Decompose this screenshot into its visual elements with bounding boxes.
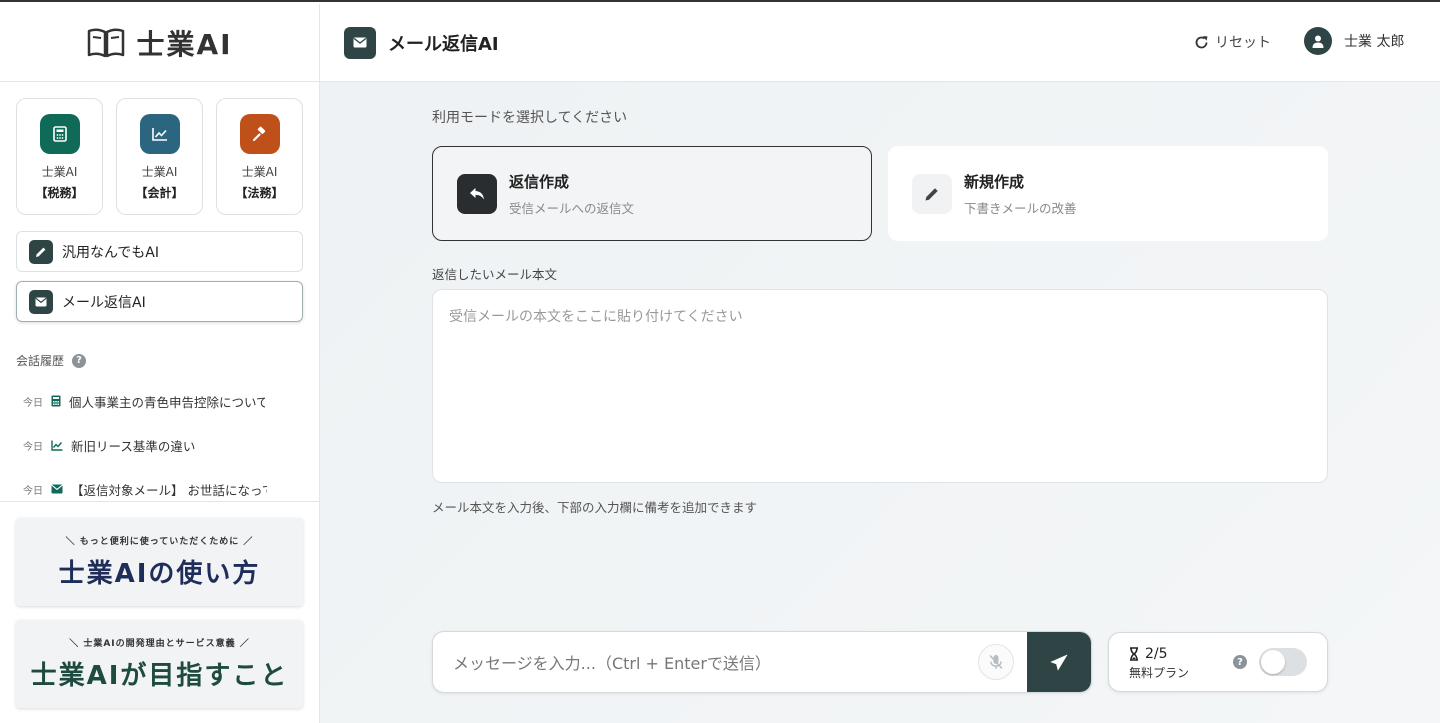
logo[interactable]: 士業AI (0, 4, 319, 82)
category-accounting[interactable]: 士業AI 【会計】 (116, 98, 203, 215)
history-title-text: 会話履歴 (16, 354, 65, 368)
history-item[interactable]: 今日 【返信対象メール】 お世話になって (0, 467, 268, 511)
send-button[interactable] (1027, 632, 1091, 692)
category-name: 士業AI (141, 165, 178, 179)
banner-main: 士業AIの使い方 (58, 559, 261, 589)
calculator-icon (39, 114, 80, 154)
history-text: 個人事業主の青色申告控除について (69, 394, 265, 410)
mail-icon (51, 484, 63, 494)
gavel-icon (239, 114, 280, 154)
hourglass-icon (1130, 647, 1138, 661)
pencil-icon (912, 173, 952, 214)
reset-icon (1195, 35, 1208, 48)
category-name: 士業AI (41, 165, 78, 179)
user-name: 士業 太郎 (1344, 34, 1405, 50)
mode-reply[interactable]: 返信作成 受信メールへの返信文 (432, 146, 872, 241)
category-sub: 【税務】 (35, 186, 84, 200)
mode-desc: 下書きメールの改善 (964, 200, 1077, 216)
mode-new[interactable]: 新規作成 下書きメールの改善 (888, 146, 1328, 241)
nav-mail-ai[interactable]: メール返信AI (16, 281, 303, 322)
calculator-icon (51, 395, 61, 407)
textarea-label: 返信したいメール本文 (432, 267, 558, 282)
category-name: 士業AI (241, 165, 278, 179)
reply-icon (457, 173, 497, 214)
mode-title: 新規作成 (964, 172, 1025, 191)
pencil-icon (29, 239, 53, 264)
message-input[interactable]: メッセージを入力...（Ctrl + Enterで送信） (432, 631, 1092, 693)
history-item[interactable]: 今日 個人事業主の青色申告控除について (0, 379, 268, 423)
book-icon (88, 27, 125, 57)
banner-sub: ＼ もっと便利に使っていただくために ／ (65, 537, 254, 547)
main-content: 利用モードを選択してください 返信作成 受信メールへの返信文 新規作成 下書きメ… (320, 82, 1440, 723)
header: メール返信AI リセット 士業 太郎 (320, 4, 1440, 82)
banner-sub: ＼ 士業AIの開発理由とサービス意義 ／ (69, 639, 250, 649)
history-title: 会話履歴 ? (16, 352, 319, 369)
mode-desc: 受信メールへの返信文 (509, 200, 635, 216)
hint-text: メール本文を入力後、下部の入力欄に備考を追加できます (432, 500, 758, 515)
banner-main: 士業AIが目指すこと (30, 661, 289, 691)
banner-how-to-use[interactable]: ＼ もっと便利に使っていただくために ／ 士業AIの使い方 (16, 518, 303, 606)
nav-general-label: 汎用なんでもAI (62, 244, 160, 261)
mode-title: 返信作成 (509, 172, 570, 191)
mic-off-icon (989, 654, 1003, 670)
user-icon (1312, 35, 1324, 48)
history-date: 今日 (23, 485, 43, 497)
category-tax[interactable]: 士業AI 【税務】 (16, 98, 103, 215)
message-input-placeholder: メッセージを入力...（Ctrl + Enterで送信） (453, 654, 771, 673)
history-item[interactable]: 今日 新旧リース基準の違い (0, 423, 268, 467)
category-sub: 【法務】 (235, 186, 284, 200)
mail-icon (344, 26, 376, 59)
plan-count: 2/5 (1129, 646, 1168, 662)
plan-name: 無料プラン (1129, 666, 1190, 680)
send-icon (1050, 654, 1068, 670)
help-icon[interactable]: ? (1233, 655, 1247, 669)
nav-general-ai[interactable]: 汎用なんでもAI (16, 231, 303, 272)
category-sub: 【会計】 (135, 186, 184, 200)
history-text: 【返信対象メール】 お世話になって (71, 482, 267, 498)
divider (0, 501, 319, 502)
chart-icon (139, 114, 180, 154)
help-icon[interactable]: ? (72, 353, 87, 368)
user-menu[interactable]: 士業 太郎 (1304, 27, 1404, 55)
history-date: 今日 (23, 397, 43, 409)
logo-text: 士業AI (136, 27, 233, 61)
reset-button[interactable]: リセット (1194, 32, 1271, 52)
sidebar: 士業AI 士業AI 【税務】 士業AI 【会計】 士業AI 【法務】 汎用なんで… (0, 4, 320, 723)
plan-count-text: 2/5 (1145, 646, 1168, 662)
reset-label: リセット (1215, 35, 1271, 51)
email-body-textarea[interactable]: 受信メールの本文をここに貼り付けてください (432, 289, 1328, 483)
textarea-placeholder: 受信メールの本文をここに貼り付けてください (449, 309, 743, 325)
banner-mission[interactable]: ＼ 士業AIの開発理由とサービス意義 ／ 士業AIが目指すこと (16, 620, 303, 708)
history-date: 今日 (23, 441, 43, 453)
nav-mail-label: メール返信AI (62, 294, 146, 311)
mic-off-button[interactable] (978, 644, 1014, 680)
history-text: 新旧リース基準の違い (71, 438, 196, 454)
avatar (1304, 27, 1332, 55)
page-title: メール返信AI (388, 33, 499, 55)
chart-icon (51, 440, 63, 451)
plan-toggle[interactable] (1259, 648, 1307, 676)
plan-status: 2/5 無料プラン ? (1108, 632, 1328, 692)
mail-icon (29, 289, 53, 314)
mode-label: 利用モードを選択してください (432, 110, 628, 126)
category-legal[interactable]: 士業AI 【法務】 (216, 98, 303, 215)
toggle-knob (1261, 650, 1285, 674)
